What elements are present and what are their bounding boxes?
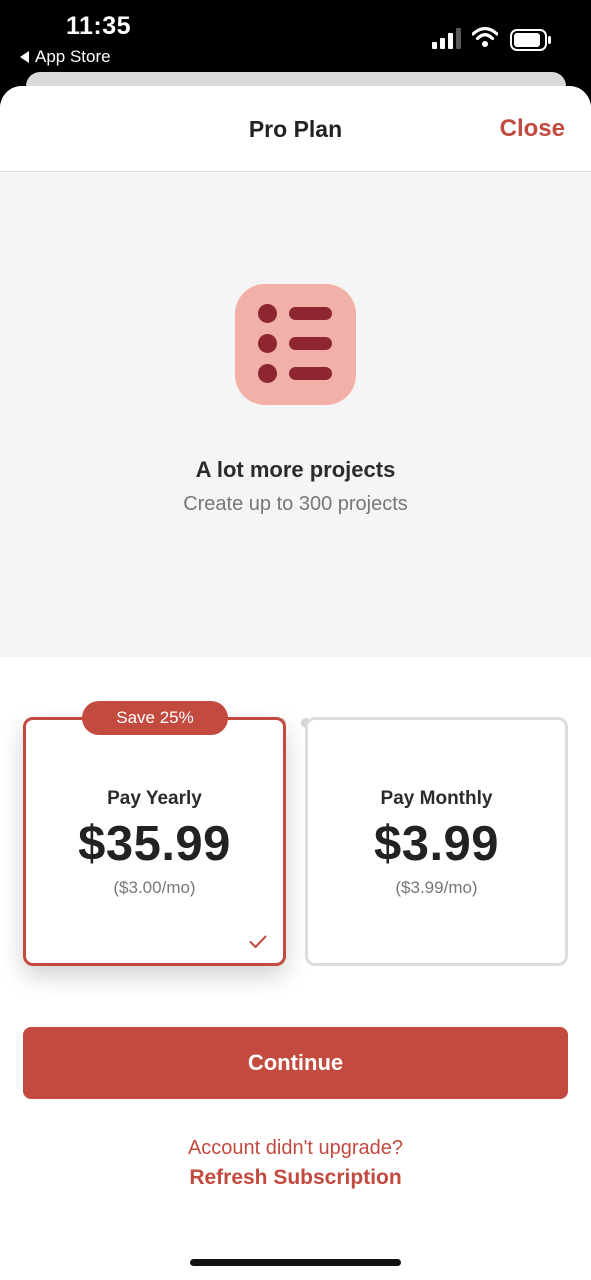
account-question: Account didn't upgrade?	[187, 1137, 404, 1159]
plan-monthly-card[interactable]: Pay Monthly $3.99 ($3.99/mo)	[305, 717, 568, 966]
plan-yearly-card[interactable]: Pay Yearly $35.99 ($3.00/mo)	[23, 717, 286, 966]
wifi-icon	[472, 26, 498, 47]
checkmark-icon	[249, 935, 267, 948]
pro-plan-sheet: Pro Plan Close A lot more projects Creat…	[0, 86, 591, 1280]
plan-monthly-name: Pay Monthly	[380, 788, 493, 809]
back-to-app-store[interactable]: App Store	[20, 47, 111, 67]
back-arrow-icon	[20, 51, 29, 63]
plan-yearly-per-month: ($3.00/mo)	[113, 878, 196, 897]
home-indicator	[190, 1259, 401, 1266]
save-badge: Save 25%	[82, 701, 228, 735]
refresh-subscription-link[interactable]: Refresh Subscription	[0, 1166, 591, 1190]
feature-title: A lot more projects	[195, 457, 396, 482]
plan-yearly-name: Pay Yearly	[107, 788, 202, 809]
battery-icon	[510, 29, 551, 51]
navigation-bar: Pro Plan Close	[0, 86, 591, 172]
feature-subtitle: Create up to 300 projects	[183, 493, 408, 515]
continue-button[interactable]: Continue	[23, 1027, 568, 1099]
feature-carousel[interactable]: A lot more projects Create up to 300 pro…	[0, 173, 591, 728]
plan-yearly-price: $35.99	[78, 817, 231, 871]
plan-monthly-price: $3.99	[373, 817, 500, 871]
back-app-label: App Store	[35, 47, 111, 66]
list-icon	[235, 284, 356, 405]
cellular-signal-icon	[432, 28, 461, 49]
plan-monthly-per-month: ($3.99/mo)	[395, 878, 478, 897]
status-time: 11:35	[66, 12, 132, 40]
close-button[interactable]: Close	[500, 115, 565, 143]
